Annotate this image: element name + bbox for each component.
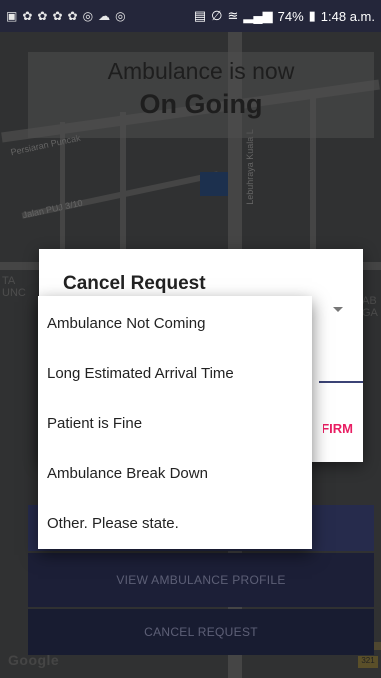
nfc-icon: ▤ xyxy=(193,8,207,23)
dropdown-option[interactable]: Ambulance Not Coming xyxy=(38,298,312,348)
battery-icon: ▮ xyxy=(308,8,316,23)
battery-percent: 74% xyxy=(277,8,304,24)
cloud-icon: ☁ xyxy=(98,9,111,23)
wifi-icon: ≊ xyxy=(227,8,239,23)
chevron-down-icon[interactable] xyxy=(333,307,343,312)
clock: 1:48 a.m. xyxy=(320,8,375,24)
signal-icon: ▂▄▆ xyxy=(243,8,273,23)
app-icon: ✿ xyxy=(37,9,48,23)
sync-icon: ◎ xyxy=(82,9,94,23)
dropdown-option[interactable]: Patient is Fine xyxy=(38,398,312,448)
app-icon: ✿ xyxy=(67,9,78,23)
confirm-button[interactable]: CONFIRM xyxy=(323,421,353,436)
dropdown-option[interactable]: Long Estimated Arrival Time xyxy=(38,348,312,398)
dropdown-option[interactable]: Ambulance Break Down xyxy=(38,448,312,498)
sync-icon: ◎ xyxy=(115,9,126,23)
status-right: ▤ ∅ ≊ ▂▄▆ 74% ▮ 1:48 a.m. xyxy=(194,8,375,24)
status-bar: ▣ ✿ ✿ ✿ ✿ ◎ ☁ ◎ ▤ ∅ ≊ ▂▄▆ 74% ▮ 1:48 a.m… xyxy=(0,0,381,32)
input-underline xyxy=(319,381,363,383)
reason-dropdown-menu: Ambulance Not Coming Long Estimated Arri… xyxy=(38,296,312,549)
status-left-icons: ▣ ✿ ✿ ✿ ✿ ◎ ☁ ◎ xyxy=(6,9,126,23)
dialog-title: Cancel Request xyxy=(63,273,206,294)
mute-icon: ∅ xyxy=(211,8,223,23)
dropdown-option[interactable]: Other. Please state. xyxy=(38,498,312,548)
message-icon: ▣ xyxy=(6,9,18,23)
app-icon: ✿ xyxy=(22,9,33,23)
app-icon: ✿ xyxy=(52,9,63,23)
